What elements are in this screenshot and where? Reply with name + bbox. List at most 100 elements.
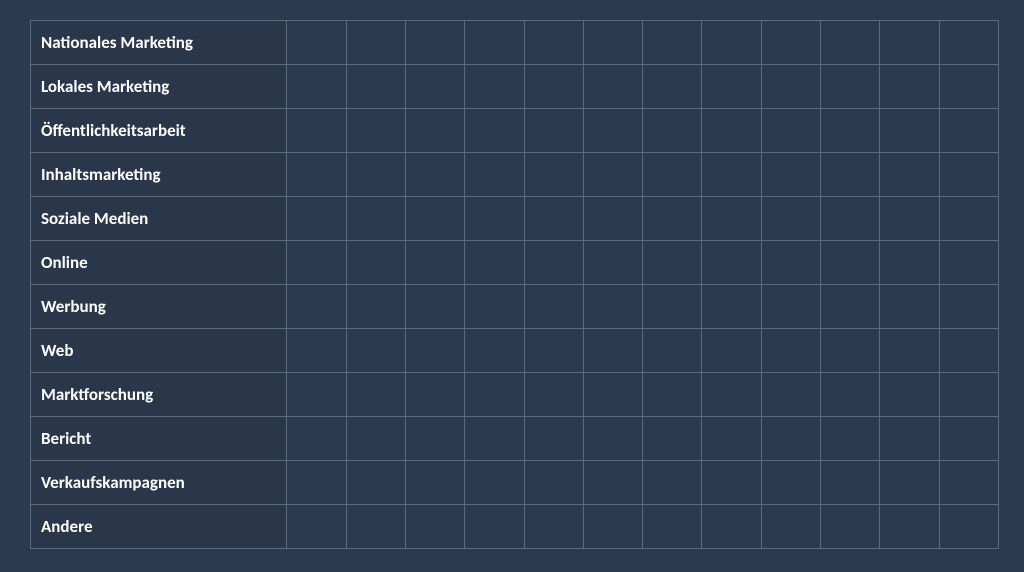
data-cell [702,285,761,329]
data-cell [702,373,761,417]
data-cell [880,505,939,549]
data-cell [524,241,583,285]
data-cell [524,461,583,505]
data-cell [643,417,702,461]
row-label: Online [31,241,287,285]
data-cell [820,285,879,329]
data-cell [939,241,998,285]
data-cell [465,505,524,549]
data-cell [465,241,524,285]
data-cell [524,21,583,65]
data-cell [524,373,583,417]
data-cell [287,285,346,329]
data-cell [820,65,879,109]
table-row: Inhaltsmarketing [31,153,999,197]
data-cell [346,329,405,373]
data-cell [702,241,761,285]
table-row: Öffentlichkeitsarbeit [31,109,999,153]
data-cell [346,21,405,65]
table-row: Werbung [31,285,999,329]
data-cell [761,329,820,373]
data-cell [761,109,820,153]
data-cell [346,417,405,461]
data-cell [583,417,642,461]
data-cell [939,373,998,417]
data-cell [643,153,702,197]
data-cell [287,505,346,549]
data-cell [346,505,405,549]
data-cell [287,153,346,197]
data-cell [880,153,939,197]
data-cell [583,109,642,153]
data-cell [702,505,761,549]
row-label: Marktforschung [31,373,287,417]
data-cell [643,329,702,373]
data-cell [405,21,464,65]
data-cell [287,241,346,285]
data-cell [465,461,524,505]
data-cell [820,417,879,461]
data-cell [583,505,642,549]
data-cell [465,109,524,153]
data-cell [643,21,702,65]
data-cell [702,65,761,109]
table-row: Lokales Marketing [31,65,999,109]
data-cell [583,461,642,505]
data-cell [761,21,820,65]
data-cell [405,285,464,329]
data-cell [643,241,702,285]
data-cell [346,109,405,153]
data-cell [287,65,346,109]
data-cell [761,461,820,505]
data-cell [702,329,761,373]
data-cell [287,329,346,373]
marketing-budget-table: Nationales MarketingLokales MarketingÖff… [30,20,999,549]
data-cell [939,153,998,197]
data-cell [820,109,879,153]
data-cell [465,153,524,197]
row-label: Web [31,329,287,373]
data-cell [761,197,820,241]
data-cell [880,417,939,461]
data-cell [939,109,998,153]
data-cell [643,461,702,505]
data-cell [820,153,879,197]
data-cell [583,285,642,329]
data-cell [346,197,405,241]
data-cell [761,241,820,285]
data-cell [761,285,820,329]
data-cell [880,241,939,285]
data-cell [346,241,405,285]
data-cell [583,197,642,241]
data-cell [405,197,464,241]
data-cell [702,417,761,461]
data-cell [346,373,405,417]
data-cell [583,373,642,417]
data-cell [405,109,464,153]
data-cell [820,21,879,65]
data-cell [761,153,820,197]
data-cell [405,505,464,549]
data-cell [346,285,405,329]
data-cell [643,285,702,329]
data-cell [524,505,583,549]
data-cell [939,329,998,373]
data-cell [820,241,879,285]
data-cell [880,21,939,65]
data-cell [702,153,761,197]
data-cell [465,65,524,109]
data-cell [524,329,583,373]
data-cell [465,373,524,417]
data-cell [346,461,405,505]
data-cell [820,197,879,241]
table-row: Nationales Marketing [31,21,999,65]
data-cell [820,505,879,549]
data-cell [880,109,939,153]
data-cell [287,417,346,461]
data-cell [287,197,346,241]
data-cell [643,373,702,417]
data-cell [939,461,998,505]
data-cell [583,153,642,197]
row-label: Verkaufskampagnen [31,461,287,505]
data-cell [880,329,939,373]
